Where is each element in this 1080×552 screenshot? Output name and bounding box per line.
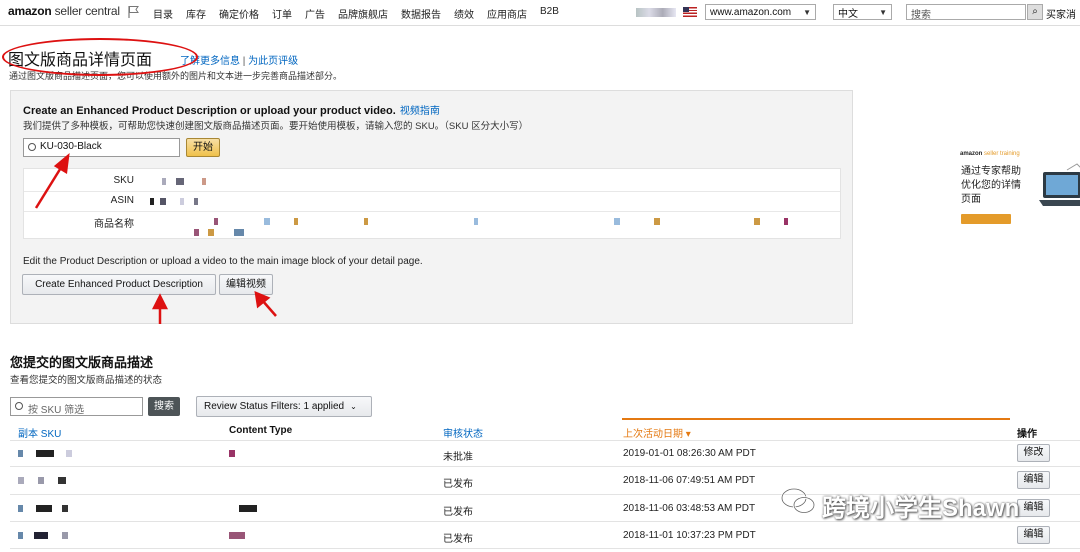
buyer-messages-link[interactable]: 买家消 xyxy=(1046,6,1076,21)
page-title: 图文版商品详情页面 xyxy=(8,52,153,69)
chevron-down-icon: ⌄ xyxy=(350,402,357,411)
sort-underline xyxy=(622,418,1010,420)
submitted-section-description: 查看您提交的图文版商品描述的状态 xyxy=(10,375,163,386)
divider xyxy=(10,548,1080,549)
divider xyxy=(24,211,840,212)
column-header-status[interactable]: 审核状态 xyxy=(443,425,483,440)
column-header-content-type: Content Type xyxy=(229,425,293,436)
learn-more-link[interactable]: 了解更多信息 xyxy=(180,56,240,67)
divider xyxy=(10,440,1080,441)
redacted-asin xyxy=(150,198,230,205)
page-subtitle: 通过图文版商品描述页面，您可以使用额外的图片和文本进一步完善商品描述部分。 xyxy=(9,71,343,81)
product-name-label: 商品名称 xyxy=(94,219,134,230)
nav-orders[interactable]: 订单 xyxy=(272,6,292,21)
redacted-sku-cell xyxy=(18,477,108,484)
wechat-icon xyxy=(780,487,816,514)
edit-row-button[interactable]: 修改 xyxy=(1017,444,1050,462)
edit-row-button[interactable]: 编辑 xyxy=(1017,526,1050,544)
edit-video-button[interactable]: 编辑视频 xyxy=(219,274,273,295)
status-cell: 已发布 xyxy=(443,534,473,545)
chevron-down-icon: ▼ xyxy=(879,7,887,17)
redacted-sku-cell xyxy=(18,450,98,457)
top-search-input[interactable]: 搜索 xyxy=(906,4,1026,21)
flag-icon[interactable] xyxy=(128,5,140,19)
redacted-content-type xyxy=(229,532,249,539)
panel-description: 我们提供了多种模板，可帮助您快速创建图文版商品描述页面。要开始使用模板，请输入您… xyxy=(23,121,529,132)
sku-input[interactable]: KU-030-Black xyxy=(23,138,180,157)
start-button[interactable]: 开始 xyxy=(186,138,220,157)
nav-appstore[interactable]: 应用商店 xyxy=(487,6,527,21)
redacted-content-type xyxy=(229,450,245,457)
top-nav-bar: amazon seller central 目录 库存 确定价格 订单 广告 品… xyxy=(0,0,1080,26)
filter-search-button[interactable]: 搜索 xyxy=(148,397,180,416)
edit-description-text: Edit the Product Description or upload a… xyxy=(23,256,423,267)
chevron-down-icon: ▼ xyxy=(803,7,811,17)
seller-central-logo[interactable]: amazon seller central xyxy=(8,4,120,18)
seller-training-ad[interactable]: amazon seller training 通过专家帮助优化您的详情页面 xyxy=(955,150,1080,230)
nav-b2b[interactable]: B2B xyxy=(540,6,559,21)
ad-logo: amazon seller training xyxy=(960,151,1020,157)
submitted-section-title: 您提交的图文版商品描述 xyxy=(10,355,154,370)
blurred-store-name xyxy=(636,8,676,17)
column-header-sku[interactable]: 副本 SKU xyxy=(18,425,61,440)
status-cell: 未批准 xyxy=(443,452,473,463)
ad-text: 通过专家帮助优化您的详情页面 xyxy=(961,166,1021,205)
edit-row-button[interactable]: 编辑 xyxy=(1017,499,1050,517)
date-cell: 2018-11-06 07:49:51 AM PDT xyxy=(623,475,756,486)
nav-inventory[interactable]: 库存 xyxy=(186,6,206,21)
language-select[interactable]: 中文 ▼ xyxy=(833,4,892,20)
redacted-content-type xyxy=(229,505,259,512)
redacted-product-name-2 xyxy=(194,229,274,236)
sku-label: SKU xyxy=(113,175,134,186)
divider xyxy=(24,191,840,192)
redacted-product-name xyxy=(214,218,814,225)
date-cell: 2018-11-01 10:37:23 PM PDT xyxy=(623,530,756,541)
nav-pricing[interactable]: 确定价格 xyxy=(219,6,259,21)
status-cell: 已发布 xyxy=(443,507,473,518)
date-cell: 2019-01-01 08:26:30 AM PDT xyxy=(623,448,756,459)
nav-catalog[interactable]: 目录 xyxy=(153,6,173,21)
redacted-sku-cell xyxy=(18,532,98,539)
status-cell: 已发布 xyxy=(443,479,473,490)
laptop-icon xyxy=(1039,163,1080,206)
nav-performance[interactable]: 绩效 xyxy=(454,6,474,21)
nav-reports[interactable]: 数据报告 xyxy=(401,6,441,21)
sort-desc-icon: ▾ xyxy=(685,429,691,440)
create-panel: Create an Enhanced Product Description o… xyxy=(10,90,853,324)
rate-page-link[interactable]: 为此页评级 xyxy=(248,56,298,67)
nav-advertising[interactable]: 广告 xyxy=(305,6,325,21)
edit-row-button[interactable]: 编辑 xyxy=(1017,471,1050,489)
main-menu: 目录 库存 确定价格 订单 广告 品牌旗舰店 数据报告 绩效 应用商店 B2B xyxy=(153,6,572,21)
search-icon xyxy=(15,402,23,410)
marketplace-select[interactable]: www.amazon.com ▼ xyxy=(705,4,816,20)
redacted-sku xyxy=(150,178,220,185)
video-guide-link[interactable]: 视频指南 xyxy=(400,106,440,117)
date-cell: 2018-11-06 03:48:53 AM PDT xyxy=(623,503,756,514)
column-header-last-activity[interactable]: 上次活动日期 ▾ xyxy=(623,425,691,440)
create-enhanced-description-button[interactable]: Create Enhanced Product Description xyxy=(22,274,216,295)
header-links: 了解更多信息 | 为此页评级 xyxy=(180,52,298,67)
watermark-text: 跨境小学生Shawn xyxy=(822,495,1020,522)
product-info-box: SKU ASIN 商品名称 xyxy=(23,168,841,239)
redacted-sku-cell xyxy=(18,505,108,512)
panel-heading: Create an Enhanced Product Description o… xyxy=(23,105,440,117)
us-flag-icon xyxy=(683,7,697,17)
ad-button[interactable] xyxy=(961,214,1011,224)
review-status-filter-dropdown[interactable]: Review Status Filters: 1 applied ⌄ xyxy=(196,396,372,417)
link-separator: | xyxy=(242,56,246,67)
search-icon xyxy=(28,143,36,151)
sku-filter-input[interactable]: 按 SKU 筛选 xyxy=(10,397,143,416)
nav-stores[interactable]: 品牌旗舰店 xyxy=(338,6,388,21)
column-header-actions: 操作 xyxy=(1017,429,1037,440)
asin-label: ASIN xyxy=(110,195,134,206)
divider xyxy=(10,466,1080,467)
search-icon[interactable]: ⌕ xyxy=(1027,4,1043,20)
